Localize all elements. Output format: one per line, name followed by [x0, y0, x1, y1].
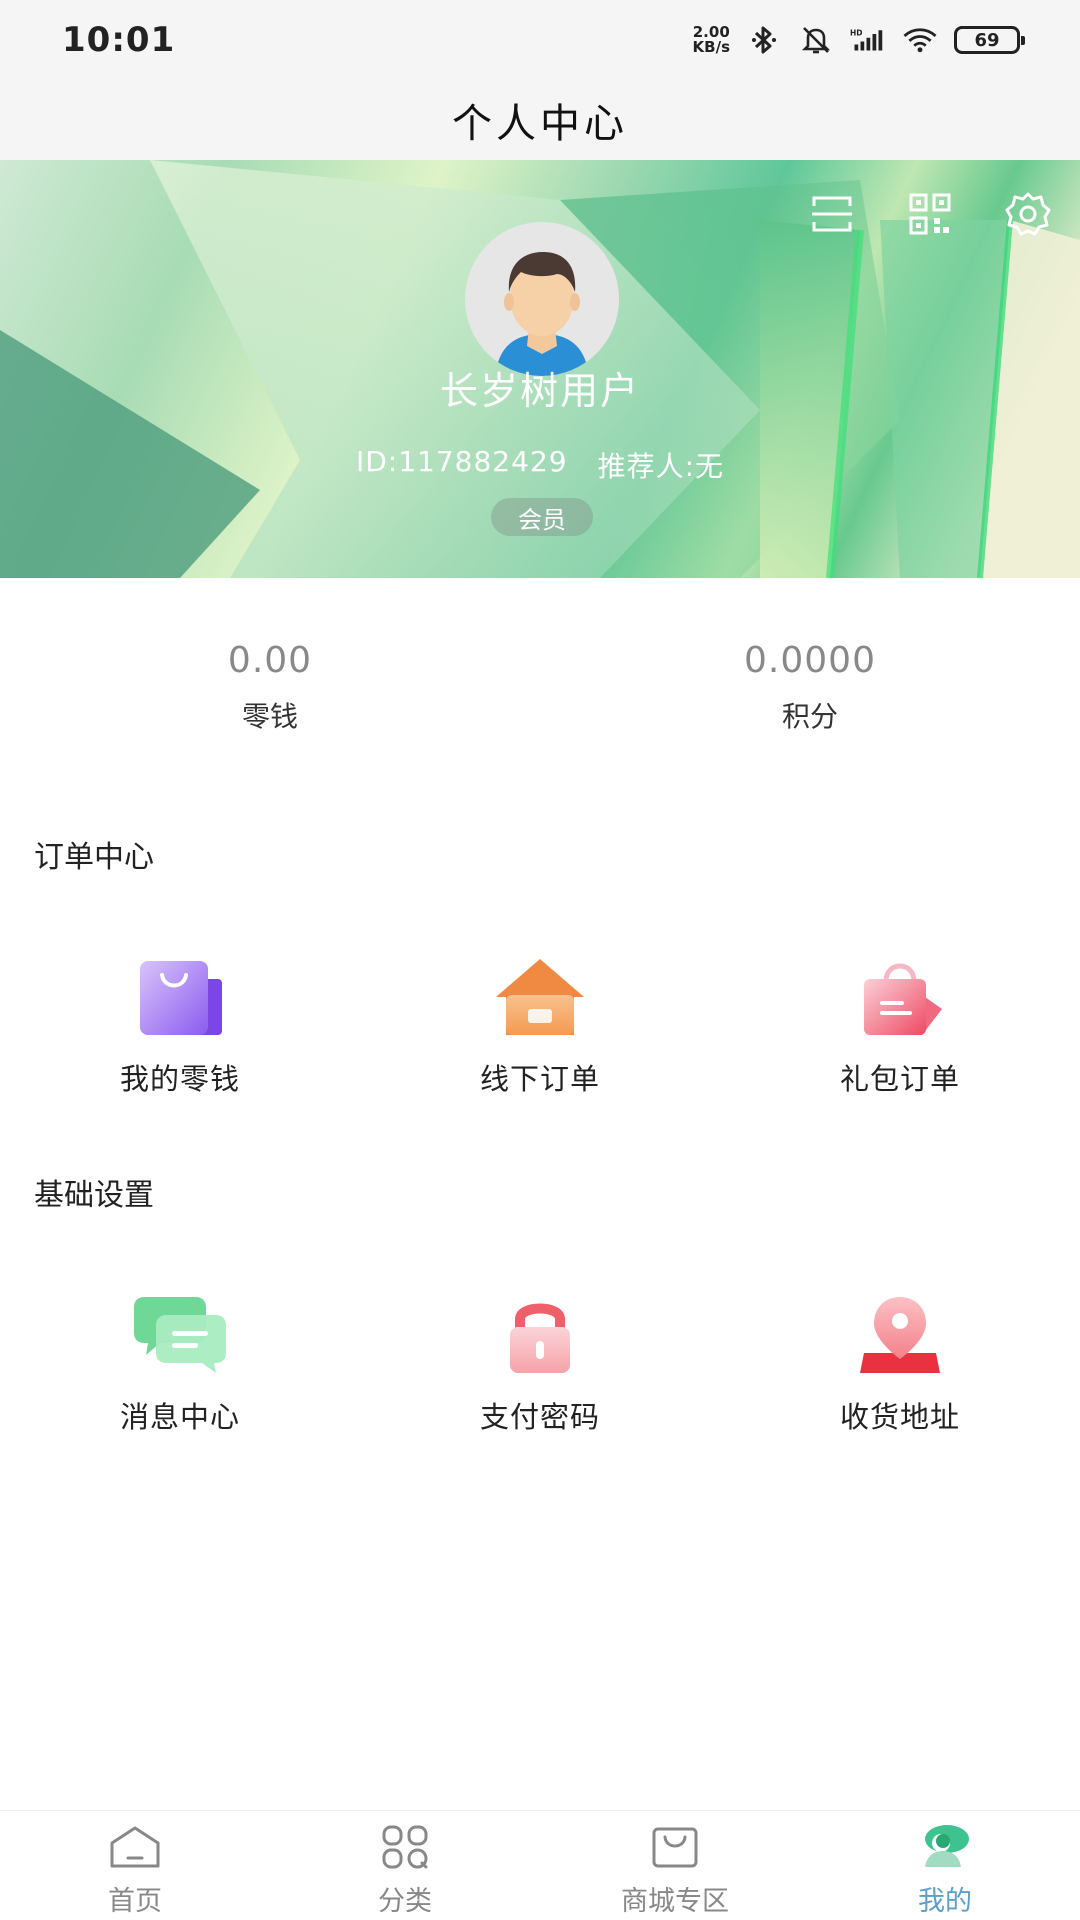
bottom-nav: 首页 分类 商城专区 我的	[0, 1810, 1080, 1920]
svg-text:HD: HD	[850, 29, 863, 38]
member-badge: 会员	[491, 498, 593, 536]
banner-actions	[808, 190, 1052, 238]
stat-points-label: 积分	[781, 700, 838, 733]
nav-home[interactable]: 首页	[0, 1811, 270, 1920]
lock-icon	[490, 1290, 590, 1380]
home-icon	[107, 1823, 163, 1871]
avatar-image	[465, 222, 619, 376]
nav-category-label: 分类	[378, 1886, 432, 1917]
user-id: ID:117882429	[355, 445, 568, 478]
user-name: 长岁树用户	[439, 369, 640, 413]
chat-icon	[130, 1290, 230, 1380]
stat-points-value: 0.0000	[744, 640, 876, 681]
shipping-address-button[interactable]: 收货地址	[720, 1290, 1080, 1440]
stat-change[interactable]: 0.00 零钱	[0, 640, 540, 750]
gift-orders-button[interactable]: 礼包订单	[720, 952, 1080, 1102]
status-bar: 10:01 2.00 KB/s HD 69	[0, 0, 1080, 80]
nav-mall[interactable]: 商城专区	[540, 1811, 810, 1920]
offline-orders-label: 线下订单	[479, 1062, 600, 1096]
my-change-label: 我的零钱	[119, 1062, 240, 1096]
order-center-grid: 我的零钱 线下订单 礼包订单	[0, 952, 1080, 1102]
network-speed-unit: KB/s	[692, 38, 730, 56]
battery-icon: 69	[954, 26, 1025, 54]
avatar[interactable]	[465, 222, 619, 376]
balance-stats: 0.00 零钱 0.0000 积分	[0, 640, 1080, 750]
location-icon	[850, 1290, 950, 1380]
nav-home-label: 首页	[108, 1886, 162, 1917]
basic-settings-grid: 消息中心 支付密码 收货地址	[0, 1290, 1080, 1440]
status-icons: 2.00 KB/s HD 69	[693, 22, 1025, 58]
page-title: 个人中心	[452, 101, 628, 147]
shopping-bag-icon	[130, 952, 230, 1042]
message-center-label: 消息中心	[119, 1400, 240, 1434]
battery-level: 69	[974, 29, 1000, 51]
message-center-button[interactable]: 消息中心	[0, 1290, 360, 1440]
payment-password-label: 支付密码	[479, 1400, 600, 1434]
signal-icon: HD	[850, 22, 886, 58]
nav-profile[interactable]: 我的	[810, 1811, 1080, 1920]
gift-bag-icon	[850, 952, 950, 1042]
settings-icon[interactable]	[1004, 190, 1052, 238]
nav-category[interactable]: 分类	[270, 1811, 540, 1920]
stat-change-label: 零钱	[241, 700, 298, 733]
status-time: 10:01	[62, 20, 176, 60]
payment-password-button[interactable]: 支付密码	[360, 1290, 720, 1440]
referrer: 推荐人:无	[597, 450, 725, 483]
mall-bag-icon	[647, 1823, 703, 1871]
scan-icon[interactable]	[808, 190, 856, 238]
gift-orders-label: 礼包订单	[839, 1062, 960, 1096]
network-speed: 2.00 KB/s	[693, 25, 730, 55]
stat-change-value: 0.00	[227, 640, 313, 681]
mute-icon	[798, 22, 834, 58]
shipping-address-label: 收货地址	[839, 1400, 960, 1434]
bluetooth-icon	[746, 22, 782, 58]
wifi-icon	[902, 22, 938, 58]
store-icon	[490, 952, 590, 1042]
nav-profile-label: 我的	[918, 1886, 972, 1917]
profile-banner: 长岁树用户 ID:117882429 推荐人:无 会员	[0, 160, 1080, 578]
title-bar: 个人中心	[0, 80, 1080, 160]
user-meta: ID:117882429 推荐人:无	[0, 445, 1080, 485]
my-change-button[interactable]: 我的零钱	[0, 952, 360, 1102]
offline-orders-button[interactable]: 线下订单	[360, 952, 720, 1102]
nav-mall-label: 商城专区	[621, 1886, 729, 1917]
qr-code-icon[interactable]	[906, 190, 954, 238]
category-icon	[377, 1823, 433, 1871]
profile-icon	[917, 1823, 973, 1871]
order-center-title: 订单中心	[34, 840, 154, 875]
basic-settings-title: 基础设置	[34, 1178, 154, 1213]
stat-points[interactable]: 0.0000 积分	[540, 640, 1080, 750]
